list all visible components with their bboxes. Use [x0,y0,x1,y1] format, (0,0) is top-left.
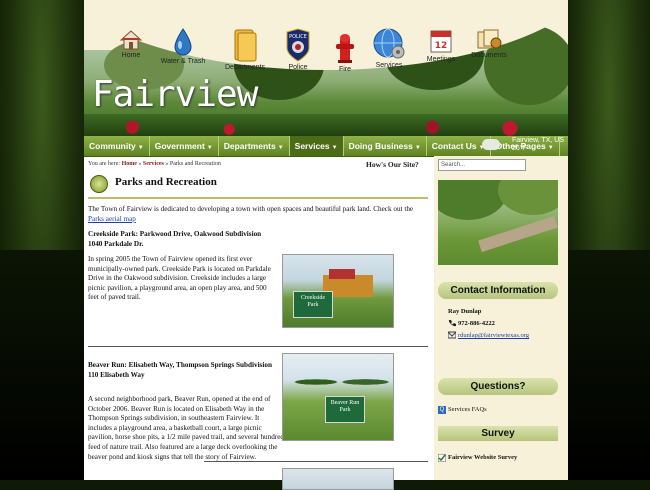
quicklink-documents[interactable]: Documents [460,28,518,59]
website-survey-link[interactable]: Fairview Website Survey [448,454,517,461]
chevron-down-icon: ▼ [137,145,144,151]
search-input[interactable]: Search... [438,159,526,171]
survey-banner: Survey [438,426,558,441]
chevron-down-icon: ▼ [414,145,421,151]
nav-item-government[interactable]: Government ▼ [150,136,219,156]
park-heading: Creekside Park: Parkwood Drive, Oakwood … [88,230,262,248]
quicklink-label: Police [288,64,308,71]
park-sign: Beaver Run Park [325,396,365,423]
breadcrumb-current: Parks and Recreation [169,161,221,167]
right-background [568,0,650,480]
email-icon [448,331,456,339]
nav-item-community[interactable]: Community ▼ [84,136,150,156]
quicklink-label: Water & Trash [160,58,206,65]
contact-email[interactable]: rdunlap@fairviewtexas.org [458,332,529,339]
calendar-icon: 12 [430,30,452,53]
left-background [0,0,84,480]
svg-text:12: 12 [435,41,448,51]
contact-name: Ray Dunlap [448,308,482,315]
cloud-icon [482,139,500,150]
breadcrumb: You are here: Home » Services » Parks an… [88,161,221,167]
divider [204,461,428,462]
hows-our-site-link[interactable]: How's Our Site? [366,160,419,169]
park-description: A second neighborhood park, Beaver Run, … [88,395,285,461]
questions-banner: Questions? [438,378,558,395]
documents-icon [477,29,502,49]
quicklink-label: Departments [224,64,266,71]
quicklink-label: Home [121,52,141,59]
survey-icon [438,454,446,462]
quicklink-departments[interactable]: Departments [216,28,274,71]
beaver-run-park-photo: Beaver Run Park [282,353,394,441]
site-logo-text[interactable]: Fairview [92,74,258,115]
site-header: Fairview Home Water & Trash Departments … [84,0,568,136]
quicklink-label: Documents [471,52,507,59]
page-title-bar: Parks and Recreation [88,173,428,199]
house-icon [120,30,142,50]
creekside-park-photo: Creekside Park [282,254,394,328]
quicklink-home[interactable]: Home [102,30,160,59]
weather-temp: 26°F [512,145,527,152]
intro-paragraph: The Town of Fairview is dedicated to dev… [88,205,414,223]
services-faqs-link[interactable]: Services FAQs [448,406,487,413]
svg-text:POLICE: POLICE [289,34,307,40]
park-description: In spring 2005 the Town of Fairview open… [88,255,271,302]
parks-aerial-map-link[interactable]: Parks aerial map [88,215,136,223]
park-sign: Creekside Park [293,291,333,318]
breadcrumb-home[interactable]: Home [122,161,137,167]
fire-hydrant-icon [336,34,354,63]
weather-widget: Fairview, TX, US 26°F [512,137,564,153]
breadcrumb-services[interactable]: Services [143,161,164,167]
chevron-down-icon: ▼ [277,145,284,151]
quicklink-services[interactable]: Services [360,28,418,69]
quicklink-label: Services [375,62,403,69]
quicklink-label: Fire [338,66,352,73]
water-drop-icon [174,28,192,56]
quicklink-water-trash[interactable]: Water & Trash [154,28,212,65]
contact-info-banner: Contact Information [438,282,558,299]
divider [88,346,428,347]
page-title: Parks and Recreation [115,176,217,188]
nav-item-doing-business[interactable]: Doing Business ▼ [344,136,427,156]
chevron-down-icon: ▼ [331,145,338,151]
nav-item-departments[interactable]: Departments ▼ [219,136,290,156]
sidebar-park-photo [438,180,558,265]
globe-gear-icon [373,28,405,59]
phone-icon [448,320,456,327]
nav-item-contact-us[interactable]: Contact Us ▼ [427,136,491,156]
sidebar: Search... Contact Information Ray Dunlap… [434,156,568,480]
park-photo [282,468,394,490]
faq-icon: Q [438,406,446,414]
nav-item-services[interactable]: Services ▼ [289,136,344,156]
quicklink-label: Meetings [426,56,456,63]
park-heading: Beaver Run: Elisabeth Way, Thompson Spri… [88,361,272,379]
folder-icon [234,29,257,62]
parks-logo-icon [90,175,108,193]
chevron-down-icon: ▼ [206,145,213,151]
page-container: Fairview Home Water & Trash Departments … [84,0,568,490]
contact-phone: 972-886-4222 [458,320,495,327]
police-badge-icon: POLICE [286,28,310,62]
weather-location: Fairview, TX, US [512,137,564,144]
